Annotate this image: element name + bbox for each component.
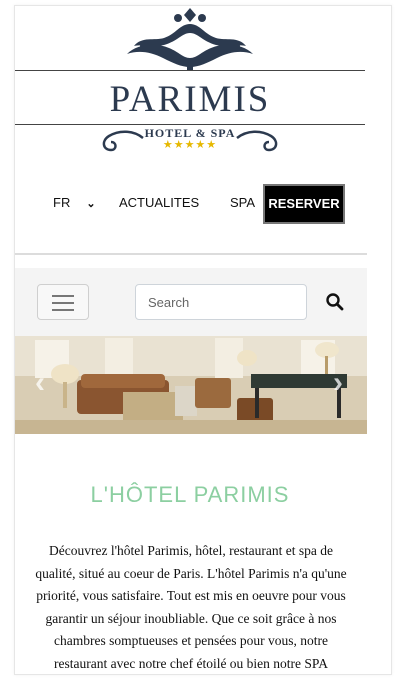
main-nav: FR ⌄ ACTUALITES SPA RESERVER — [15, 184, 391, 226]
intro-paragraph: Découvrez l'hôtel Parimis, hôtel, restau… — [35, 543, 347, 671]
hamburger-icon — [52, 295, 74, 297]
language-selector[interactable]: FR ⌄ — [53, 184, 96, 222]
hotel-lobby-image — [15, 336, 367, 434]
reserve-button[interactable]: RESERVER — [263, 184, 345, 224]
hero-carousel[interactable]: ‹ › — [15, 336, 367, 434]
page-container: PARIMIS HOTEL & SPA ★★★★★ FR ⌄ ACTUALITES… — [14, 5, 392, 675]
search-input[interactable] — [135, 284, 307, 320]
carousel-next-button[interactable]: › — [333, 366, 343, 400]
rating-stars: ★★★★★ — [162, 139, 218, 151]
section-title: L'HÔTEL PARIMIS — [90, 482, 290, 507]
nav-link-spa[interactable]: SPA — [230, 184, 255, 222]
carousel-prev-button[interactable]: ‹ — [35, 366, 45, 400]
logo-bottom-rule — [15, 124, 365, 125]
logo-top-rule — [15, 70, 365, 71]
chevron-down-icon: ⌄ — [86, 198, 96, 210]
search-icon[interactable] — [325, 292, 345, 312]
toolbar — [15, 268, 367, 336]
language-label: FR — [53, 195, 71, 210]
hotel-logo[interactable]: PARIMIS HOTEL & SPA ★★★★★ — [15, 6, 391, 166]
ornament-icon — [127, 8, 253, 70]
nav-divider — [15, 253, 367, 255]
nav-link-actualites[interactable]: ACTUALITES — [119, 184, 199, 222]
menu-toggle-button[interactable] — [37, 284, 89, 320]
brand-name: PARIMIS — [109, 79, 271, 120]
